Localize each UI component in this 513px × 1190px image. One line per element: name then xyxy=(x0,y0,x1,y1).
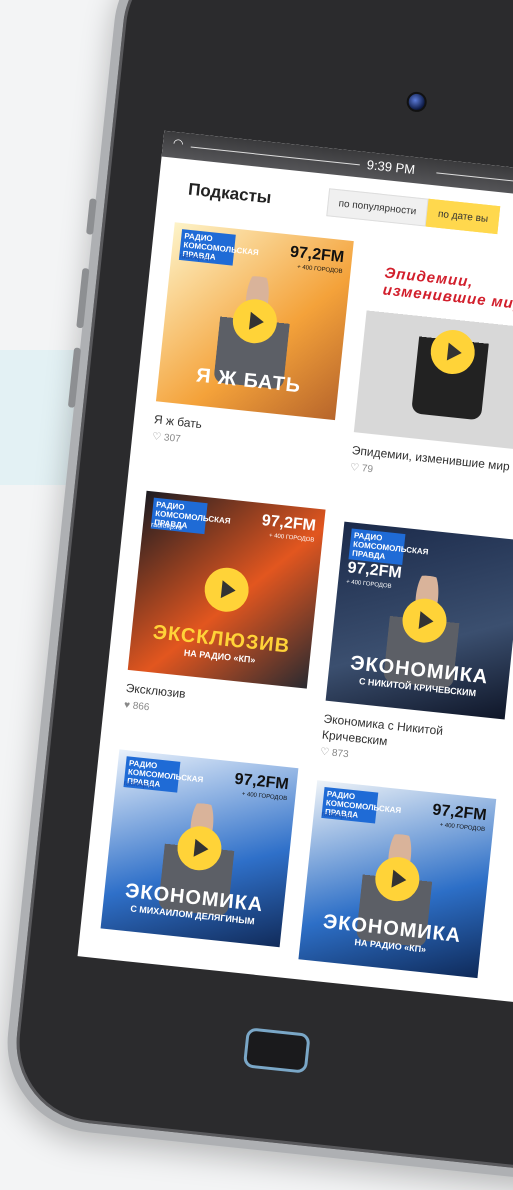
heart-icon: ♡ xyxy=(319,746,330,759)
phone-device: ◠ 9:39 PM Подкасты по популярности по да… xyxy=(0,0,513,1190)
cover-fm: 97,2FM + 400 ГОРОДОВ xyxy=(345,559,403,590)
mute-switch xyxy=(86,198,97,235)
cover-fm: 97,2FM + 400 ГОРОДОВ xyxy=(260,512,317,544)
cover-fm: 97,2FM + 400 ГОРОДОВ xyxy=(431,801,488,834)
podcast-cover[interactable]: РАДИО КОМСОМОЛЬСКАЯ ПРАВДА radiokp.ru 97… xyxy=(155,222,354,421)
heart-icon: ♥ xyxy=(123,699,131,712)
sort-date-button[interactable]: по дате вы xyxy=(425,198,501,235)
volume-up-button xyxy=(76,267,90,329)
podcast-card[interactable]: РАДИО КОМСОМОЛЬСКАЯ ПРАВДА radiokp.ru 97… xyxy=(100,749,299,948)
podcast-cover[interactable]: РАДИО КОМСОМОЛЬСКАЯ ПРАВДА radiokp.ru 97… xyxy=(298,780,497,979)
podcast-card[interactable]: РАДИО КОМСОМОЛЬСКАЯ ПРАВДА radiokp.ru 97… xyxy=(152,222,354,461)
podcast-card[interactable]: РАДИО КОМСОМОЛЬСКАЯ ПРАВДА radiokp.ru 97… xyxy=(298,780,497,979)
status-time: 9:39 PM xyxy=(366,157,416,178)
podcast-card[interactable]: РАДИО КОМСОМОЛЬСКАЯ ПРАВДА 97,2FM + 400 Г… xyxy=(319,521,513,777)
heart-icon: ♡ xyxy=(349,461,360,474)
podcast-card[interactable]: Эпидемии, изменившие мир Эпидемии, измен… xyxy=(350,253,513,492)
sort-popularity-button[interactable]: по популярности xyxy=(326,188,429,227)
podcast-card[interactable]: РАДИО КОМСОМОЛЬСКАЯ ПРАВДА radiokp.ru 97… xyxy=(123,490,326,730)
podcast-cover[interactable]: РАДИО КОМСОМОЛЬСКАЯ ПРАВДА radiokp.ru 97… xyxy=(127,490,326,689)
podcast-cover[interactable]: РАДИО КОМСОМОЛЬСКАЯ ПРАВДА radiokp.ru 97… xyxy=(100,749,299,948)
cover-title: ЭКСКЛЮЗИВ НА РАДИО «КП» xyxy=(151,621,292,666)
podcast-cover[interactable]: Эпидемии, изменившие мир xyxy=(353,253,513,451)
cover-fm: 97,2FM + 400 ГОРОДОВ xyxy=(233,770,290,803)
play-icon[interactable] xyxy=(202,565,251,614)
screen: ◠ 9:39 PM Подкасты по популярности по да… xyxy=(77,130,513,1015)
sort-toggle: по популярности по дате вы xyxy=(326,188,501,235)
cover-fm: 97,2FM + 400 ГОРОДОВ xyxy=(289,243,345,276)
wifi-icon: ◠ xyxy=(172,135,185,151)
page-title: Подкасты xyxy=(187,179,273,208)
podcast-cover[interactable]: РАДИО КОМСОМОЛЬСКАЯ ПРАВДА 97,2FM + 400 Г… xyxy=(325,521,513,720)
front-camera xyxy=(405,90,428,113)
heart-icon: ♡ xyxy=(151,431,162,444)
home-button[interactable] xyxy=(242,1027,311,1074)
cover-title: Эпидемии, изменившие мир xyxy=(381,264,513,314)
